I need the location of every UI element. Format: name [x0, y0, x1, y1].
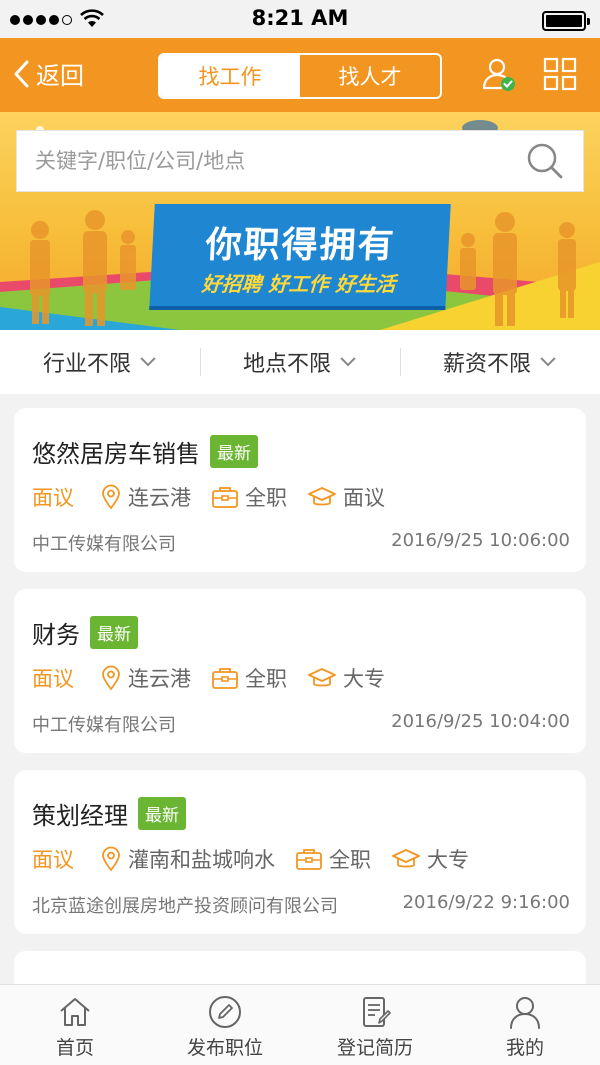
user-verified-icon[interactable]	[480, 56, 516, 92]
app-header: 返回 找工作 找人才	[0, 38, 600, 112]
location-pin-icon	[102, 665, 120, 691]
job-education: 面议	[343, 486, 385, 510]
job-date: 2016/9/25 10:04:00	[391, 711, 570, 732]
graduation-cap-icon	[308, 487, 336, 506]
search-input[interactable]	[35, 149, 525, 173]
tab-find-talent[interactable]: 找人才	[300, 55, 440, 97]
home-icon	[60, 998, 90, 1026]
job-company: 中工传媒有限公司	[32, 715, 176, 736]
job-meta: 面议 连云港 全职 面议	[32, 482, 405, 512]
mode-switch: 找工作 找人才	[158, 53, 442, 99]
filter-location-label: 地点不限	[242, 352, 331, 377]
job-salary: 面议	[32, 667, 74, 691]
tab-mine[interactable]: 我的	[450, 985, 600, 1065]
briefcase-icon	[296, 849, 322, 870]
filter-location[interactable]: 地点不限	[200, 346, 400, 378]
chevron-down-icon	[340, 357, 356, 367]
back-button[interactable]: 返回	[12, 56, 84, 91]
job-type: 全职	[245, 667, 287, 691]
search-bar[interactable]	[16, 130, 584, 192]
back-label: 返回	[36, 62, 84, 90]
resume-icon	[363, 997, 391, 1027]
grid-icon[interactable]	[542, 56, 578, 92]
new-badge: 最新	[90, 616, 138, 649]
tab-resume[interactable]: 登记简历	[300, 985, 450, 1065]
job-type: 全职	[245, 486, 287, 510]
filter-bar: 行业不限 地点不限 薪资不限	[0, 330, 600, 394]
tab-resume-label: 登记简历	[336, 1037, 413, 1059]
slogan-main: 你职得拥有	[204, 225, 397, 266]
search-icon[interactable]	[525, 141, 565, 181]
filter-industry[interactable]: 行业不限	[0, 346, 200, 378]
job-meta: 面议 灌南和盐城响水 全职 大专	[32, 844, 489, 874]
bottom-tab-bar: 首页 发布职位 登记简历 我的	[0, 984, 600, 1065]
chevron-left-icon	[14, 60, 29, 87]
status-time: 8:21 AM	[251, 6, 349, 30]
new-badge: 最新	[210, 435, 258, 468]
promo-banner: 你职得拥有 好招聘 好工作 好生活	[0, 112, 600, 330]
job-education: 大专	[427, 848, 469, 872]
job-location: 灌南和盐城响水	[128, 848, 275, 872]
job-date: 2016/9/22 9:16:00	[402, 892, 570, 913]
chevron-down-icon	[540, 357, 556, 367]
job-salary: 面议	[32, 486, 74, 510]
tab-find-job[interactable]: 找工作	[160, 55, 300, 97]
briefcase-icon	[212, 487, 238, 508]
job-card[interactable]: 策划经理 最新 面议 灌南和盐城响水 全职 大专 北京蓝途创展房地产投资顾问有限…	[14, 770, 586, 934]
new-badge: 最新	[138, 797, 186, 830]
tab-home[interactable]: 首页	[0, 985, 150, 1065]
job-salary: 面议	[32, 848, 74, 872]
job-company: 北京蓝途创展房地产投资顾问有限公司	[32, 896, 338, 917]
filter-salary[interactable]: 薪资不限	[400, 346, 600, 378]
job-location: 连云港	[128, 486, 191, 510]
job-date: 2016/9/25 10:06:00	[391, 530, 570, 551]
job-title: 悠然居房车销售	[32, 440, 200, 468]
job-card[interactable]: 悠然居房车销售 最新 面议 连云港 全职 面议 中工传媒有限公司 2016/9/…	[14, 408, 586, 572]
job-title: 策划经理	[32, 802, 128, 830]
tab-post-job[interactable]: 发布职位	[150, 985, 300, 1065]
job-type: 全职	[329, 848, 371, 872]
job-title-row: 财务 最新	[32, 615, 138, 650]
chevron-down-icon	[140, 357, 156, 367]
graduation-cap-icon	[392, 849, 420, 868]
job-meta: 面议 连云港 全职 大专	[32, 663, 405, 693]
job-education: 大专	[343, 667, 385, 691]
job-list: 悠然居房车销售 最新 面议 连云港 全职 面议 中工传媒有限公司 2016/9/…	[0, 394, 600, 984]
tab-post-job-label: 发布职位	[186, 1037, 263, 1059]
job-card[interactable]	[14, 951, 586, 984]
job-title-row: 策划经理 最新	[32, 796, 186, 831]
job-card[interactable]: 财务 最新 面议 连云港 全职 大专 中工传媒有限公司 2016/9/25 10…	[14, 589, 586, 753]
job-title: 财务	[32, 621, 80, 649]
status-bar: 8:21 AM	[0, 0, 600, 38]
job-title-row: 悠然居房车销售 最新	[32, 434, 258, 469]
tab-mine-label: 我的	[505, 1037, 544, 1059]
filter-industry-label: 行业不限	[42, 352, 131, 377]
location-pin-icon	[102, 846, 120, 872]
location-pin-icon	[102, 484, 120, 510]
filter-salary-label: 薪资不限	[442, 352, 531, 377]
job-location: 连云港	[128, 667, 191, 691]
tab-home-label: 首页	[55, 1037, 94, 1059]
edit-icon	[209, 996, 241, 1028]
slogan-sub: 好招聘 好工作 好生活	[200, 272, 397, 296]
battery-icon	[542, 11, 590, 31]
graduation-cap-icon	[308, 668, 336, 687]
briefcase-icon	[212, 668, 238, 689]
person-icon	[510, 997, 540, 1029]
job-company: 中工传媒有限公司	[32, 534, 176, 555]
slogan-board: 你职得拥有 好招聘 好工作 好生活	[149, 204, 451, 310]
